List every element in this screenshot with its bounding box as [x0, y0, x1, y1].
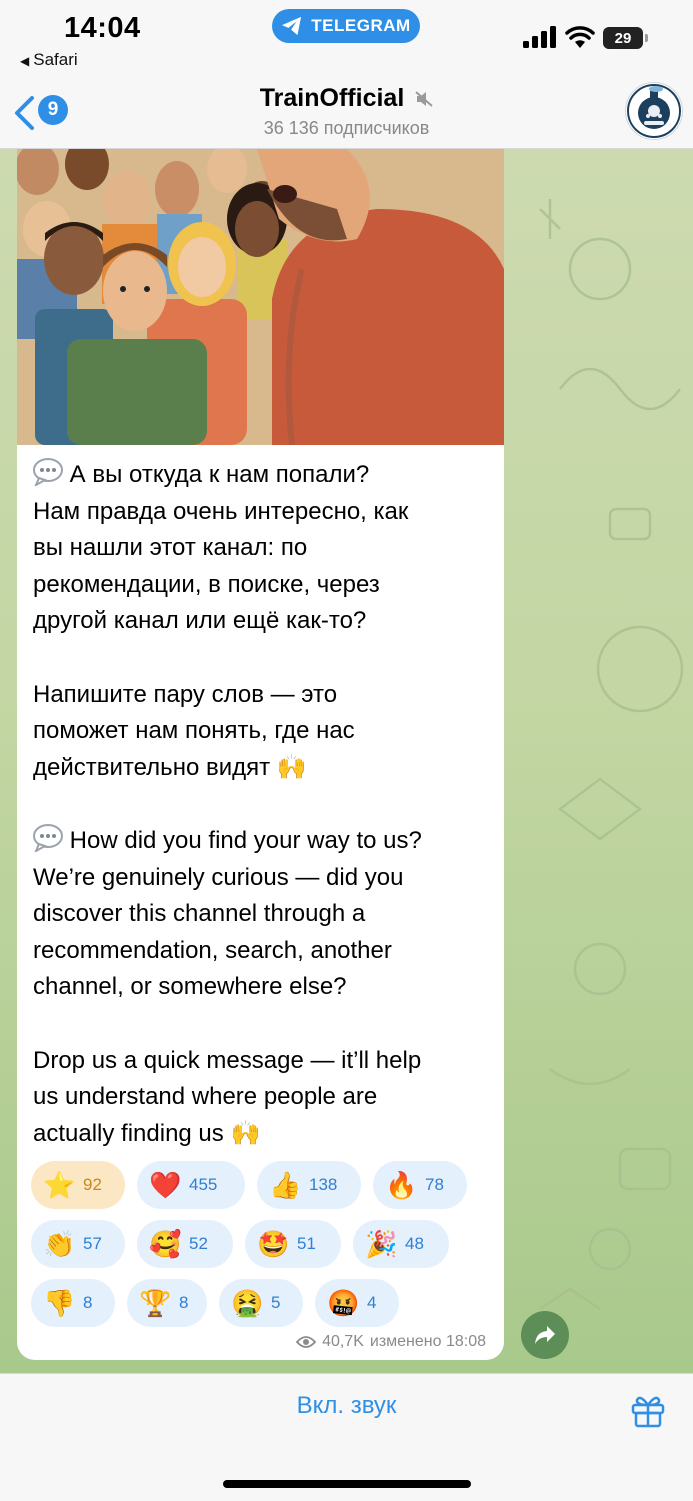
unmute-button[interactable]: Вкл. звук	[0, 1392, 693, 1420]
party-popper-icon: 🎉	[365, 1229, 398, 1259]
views-eye-icon	[296, 1336, 317, 1348]
reaction-star[interactable]: ⭐ 92	[31, 1161, 125, 1209]
reaction-fire[interactable]: 🔥 78	[373, 1161, 467, 1209]
channel-title[interactable]: TrainOfficial	[0, 84, 693, 113]
bottom-bar: Вкл. звук	[0, 1373, 693, 1501]
wifi-icon	[565, 26, 595, 48]
view-count: 40,7K	[322, 1333, 364, 1350]
share-arrow-icon	[535, 1326, 555, 1344]
reaction-clap[interactable]: 👏 57	[31, 1220, 125, 1268]
mute-icon	[415, 91, 433, 108]
chat-header: 9 TrainOfficial 36 136 подписчиков	[0, 80, 693, 149]
back-app-label: Safari	[33, 50, 78, 69]
telegram-pill-label: TELEGRAM	[311, 16, 411, 35]
reaction-count: 57	[83, 1234, 102, 1253]
reaction-count: 455	[189, 1175, 218, 1194]
reaction-party-popper[interactable]: 🎉 48	[353, 1220, 449, 1268]
star-icon: ⭐	[43, 1170, 76, 1200]
reaction-count: 8	[83, 1293, 93, 1312]
smiling-hearts-icon: 🥰	[149, 1229, 182, 1259]
post-text: А вы откуда к нам попали? Нам правда оче…	[33, 457, 493, 1152]
fire-icon: 🔥	[385, 1170, 418, 1200]
raised-hands-emoji: 🙌	[276, 753, 307, 781]
battery-nub	[645, 34, 648, 42]
cursing-face-icon: 🤬	[327, 1288, 360, 1318]
reaction-cursing[interactable]: 🤬 4	[315, 1279, 399, 1327]
post-paragraph-4: Drop us a quick message — it’ll help us …	[33, 1046, 422, 1147]
back-to-app-link[interactable]: ◀ Safari	[20, 50, 78, 70]
subscriber-count: 36 136 подписчиков	[263, 118, 430, 138]
status-time: 14:04	[64, 12, 141, 44]
cellular-signal-icon	[523, 26, 556, 48]
reaction-thumbs-down[interactable]: 👎 8	[31, 1279, 115, 1327]
speech-bubble-icon	[33, 823, 63, 854]
speech-bubble-icon	[33, 458, 63, 488]
reaction-thumbs-up[interactable]: 👍 138	[257, 1161, 361, 1209]
reaction-count: 92	[83, 1175, 102, 1194]
channel-avatar[interactable]	[625, 82, 683, 140]
reaction-count: 5	[271, 1293, 281, 1312]
post-illustration[interactable]	[17, 149, 504, 445]
back-triangle-icon: ◀	[20, 54, 30, 68]
reaction-trophy[interactable]: 🏆 8	[127, 1279, 207, 1327]
post-paragraph-1: А вы откуда к нам попали? Нам правда оче…	[33, 461, 409, 635]
reaction-heart[interactable]: ❤️ 455	[137, 1161, 245, 1209]
channel-post[interactable]: А вы откуда к нам попали? Нам правда оче…	[17, 149, 504, 1360]
thumbs-down-icon: 👎	[43, 1288, 76, 1318]
reaction-star-struck[interactable]: 🤩 51	[245, 1220, 341, 1268]
channel-title-text: TrainOfficial	[259, 84, 405, 112]
gift-icon[interactable]	[630, 1392, 666, 1428]
heart-icon: ❤️	[149, 1170, 182, 1200]
status-bar: 14:04 ◀ Safari TELEGRAM 29	[0, 0, 693, 80]
home-indicator	[223, 1480, 471, 1488]
battery-icon: 29	[603, 27, 643, 49]
reaction-count: 138	[309, 1175, 338, 1194]
vomiting-face-icon: 🤮	[231, 1288, 264, 1318]
thumbs-up-icon: 👍	[269, 1170, 302, 1200]
post-paragraph-3: How did you find your way to us? We’re g…	[33, 826, 422, 1001]
edited-time: изменено 18:08	[369, 1333, 486, 1350]
reaction-vomit[interactable]: 🤮 5	[219, 1279, 303, 1327]
reaction-count: 52	[189, 1234, 208, 1253]
star-struck-icon: 🤩	[257, 1229, 290, 1259]
reaction-count: 8	[179, 1293, 189, 1312]
reaction-count: 48	[405, 1234, 424, 1253]
share-button[interactable]	[521, 1311, 569, 1359]
train-logo-icon	[627, 84, 681, 138]
telegram-plane-icon	[282, 16, 302, 36]
trophy-icon: 🏆	[139, 1288, 172, 1318]
post-meta: 40,7K изменено 18:08	[296, 1333, 486, 1351]
reaction-count: 78	[425, 1175, 444, 1194]
raised-hands-emoji: 🙌	[230, 1119, 261, 1147]
reaction-count: 51	[297, 1234, 316, 1253]
reaction-count: 4	[367, 1293, 377, 1312]
reaction-smiling-hearts[interactable]: 🥰 52	[137, 1220, 233, 1268]
clapping-hands-icon: 👏	[43, 1229, 76, 1259]
telegram-pill[interactable]: TELEGRAM	[272, 9, 420, 43]
